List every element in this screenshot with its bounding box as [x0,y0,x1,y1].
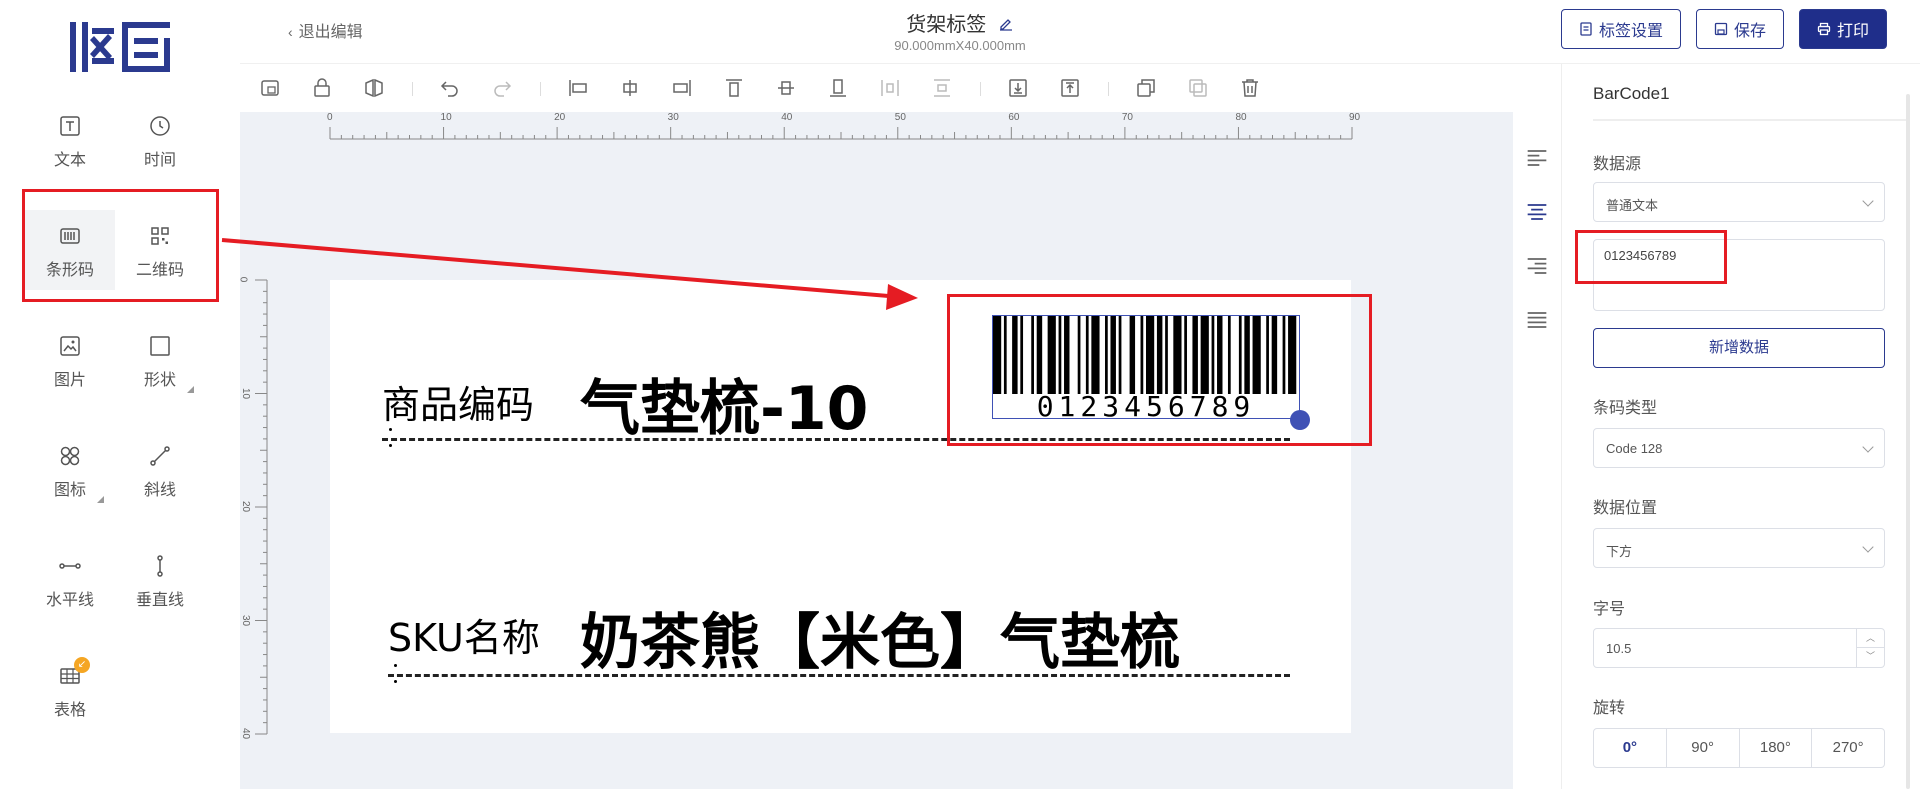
select-value: 普通文本 [1606,198,1659,213]
data-source-label: 数据源 [1593,156,1642,173]
annotation-highlight-box [1575,230,1727,284]
rotate-label: 旋转 [1593,700,1626,717]
add-data-button[interactable]: 新增数据 [1593,328,1885,368]
chevron-down-icon [1862,195,1874,207]
text-justify-icon[interactable] [1523,306,1551,334]
text-align-center-icon[interactable] [1523,198,1551,226]
stepper: ︿ ﹀ [1856,629,1884,667]
barcode-type-label: 条码类型 [1593,400,1658,417]
rotate-segmented-control: 0° 90° 180° 270° [1593,728,1885,768]
data-position-select[interactable]: 下方 [1593,528,1885,568]
rotate-option-270[interactable]: 270° [1812,729,1884,767]
rotate-option-90[interactable]: 90° [1667,729,1740,767]
text-align-right-icon[interactable] [1523,252,1551,280]
stepper-up-icon[interactable]: ︿ [1857,629,1884,648]
panel-scrollbar[interactable] [1906,94,1910,789]
divider [1593,119,1909,121]
select-value: 下方 [1606,544,1633,559]
chevron-down-icon [1862,541,1874,553]
font-size-input[interactable]: 10.5 ︿ ﹀ [1593,628,1885,668]
barcode-type-select[interactable]: Code 128 [1593,428,1885,468]
data-source-select[interactable]: 普通文本 [1593,182,1885,222]
font-size-label: 字号 [1593,601,1626,618]
text-align-left-icon[interactable] [1523,144,1551,172]
select-value: Code 128 [1606,441,1663,456]
properties-panel: BarCode1 数据源 普通文本 0123456789 新增数据 条码类型 C… [1561,64,1920,789]
stepper-down-icon[interactable]: ﹀ [1857,648,1884,667]
chevron-down-icon [1862,441,1874,453]
text-align-column [1513,112,1561,789]
rotate-option-180[interactable]: 180° [1740,729,1813,767]
data-position-label: 数据位置 [1593,500,1658,517]
rotate-option-0[interactable]: 0° [1594,729,1667,767]
input-value: 10.5 [1606,641,1632,656]
element-name: BarCode1 [1593,84,1670,103]
